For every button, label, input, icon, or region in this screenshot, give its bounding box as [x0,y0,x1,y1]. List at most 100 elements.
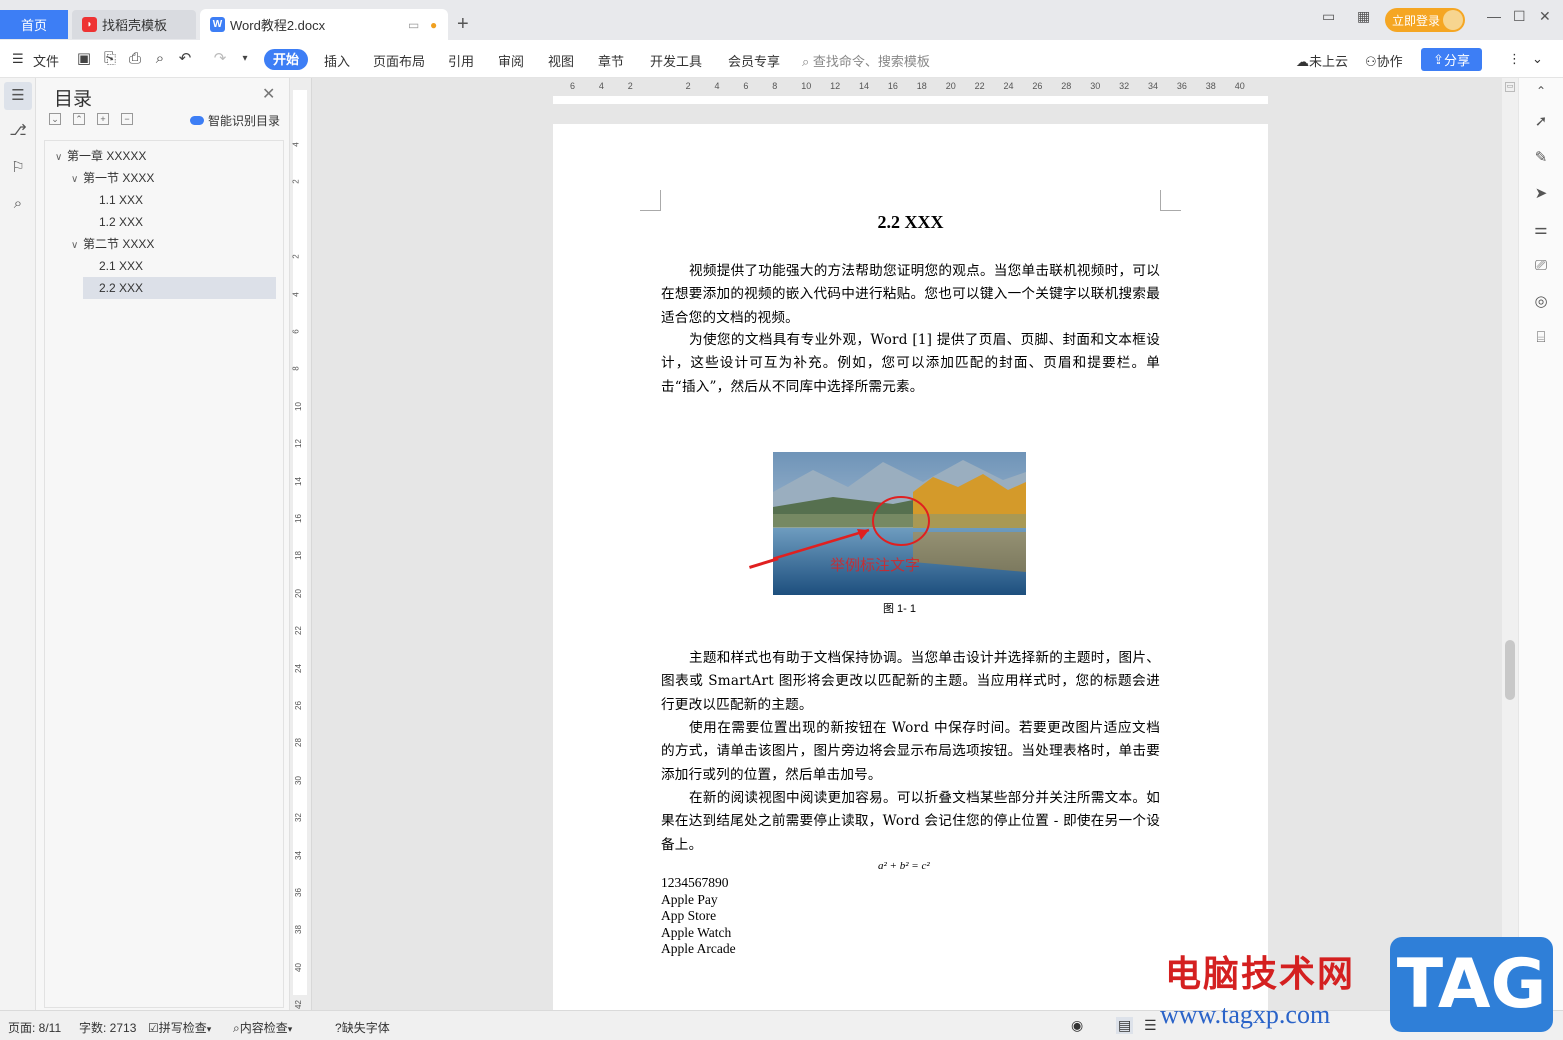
document-page[interactable]: 2.2 XXX 视频提供了功能强大的方法帮助您证明您的观点。当您单击联机视频时，… [553,124,1268,1010]
toc-item-section2[interactable]: ∨ 第二节 XXXX [71,233,154,255]
cloud-status[interactable]: ☁未上云 [1296,51,1348,70]
content-check-label: 内容检查 [239,1021,288,1035]
close-icon[interactable]: ✕ [262,84,275,104]
vertical-scrollbar[interactable]: ▭ [1502,78,1518,1010]
smart-toc-button[interactable]: 智能识别目录 [190,112,280,129]
word-count[interactable]: 字数: 2713 [79,1019,136,1036]
chevron-down-icon[interactable]: ∨ [71,235,83,257]
bookmark-icon[interactable]: ⚐ [9,159,27,177]
tab-document[interactable]: W Word教程2.docx ▭ ● [200,9,448,40]
collab-button[interactable]: ⚇协作 [1365,51,1403,70]
screen-icon[interactable]: ▭ [408,18,419,32]
file-menu[interactable]: 文件 [33,51,59,70]
paragraph[interactable]: 视频提供了功能强大的方法帮助您证明您的观点。当您单击联机视频时，可以在想要添加的… [661,260,1160,330]
share-button[interactable]: ⇪ 分享 [1421,48,1482,71]
add-level-icon[interactable]: + [97,113,109,125]
ruler-tick-label: 18 [916,81,927,91]
menu-review[interactable]: 审阅 [498,51,524,70]
list-item[interactable]: 1234567890 [661,875,729,891]
outline-view-icon[interactable]: ☰ [1144,1017,1157,1034]
menu-page-layout[interactable]: 页面布局 [373,51,425,70]
add-tab-button[interactable]: + [457,13,469,36]
list-item[interactable]: Apple Watch [661,925,731,941]
scrollbar-thumb[interactable] [1505,640,1515,700]
section-heading[interactable]: 2.2 XXX [553,212,1268,233]
redo-icon[interactable]: ↷ [211,50,229,68]
collapse-ribbon-icon[interactable]: ⌄ [1532,51,1543,67]
paragraph[interactable]: 使用在需要位置出现的新按钮在 Word 中保存时间。若要更改图片适应文档的方式，… [661,717,1160,787]
toc-item-2-2[interactable]: 2.2 XXX [83,277,276,299]
eye-protect-icon[interactable]: ◉ [1071,1017,1083,1034]
ruler-tick-label: 12 [830,81,841,91]
paragraph[interactable]: 在新的阅读视图中阅读更加容易。可以折叠文档某些部分并关注所需文本。如果在达到结尾… [661,787,1160,857]
checkbox-icon: ☑ [148,1021,159,1035]
page-view-icon[interactable]: ▤ [1116,1017,1134,1034]
grid-icon[interactable]: ▦ [1357,8,1370,25]
menu-view[interactable]: 视图 [548,51,574,70]
toc-icon[interactable]: ☰ [9,87,27,105]
layout-icon[interactable]: ▭ [1322,8,1335,25]
chevron-down-icon[interactable]: ∨ [71,169,83,191]
list-item[interactable]: App Store [661,908,716,924]
collapse-all-icon[interactable]: ⌄ [49,113,61,125]
menu-references[interactable]: 引用 [448,51,474,70]
chevron-down-icon[interactable]: ∨ [55,147,67,169]
pen-icon[interactable]: ✎ [1532,149,1550,167]
translate-icon[interactable]: ⎚ [1532,257,1550,275]
close-window-icon[interactable]: ✕ [1539,8,1551,25]
toc-item-2-1[interactable]: 2.1 XXX [99,255,143,277]
list-item[interactable]: Apple Arcade [661,941,736,957]
chevron-up-icon[interactable]: ⌃ [1532,82,1550,100]
missing-font-label: 缺失字体 [341,1021,390,1035]
sliders-icon[interactable]: ⚌ [1532,221,1550,239]
more-icon[interactable]: ⋮ [1508,51,1521,67]
tab-home[interactable]: 首页 [0,10,68,39]
maximize-icon[interactable]: ☐ [1513,8,1526,25]
minimize-icon[interactable]: — [1487,8,1501,24]
content-check[interactable]: ⌕内容检查▾ [233,1019,292,1036]
paragraph[interactable]: 主题和样式也有助于文档保持协调。当您单击设计并选择新的主题时，图片、图表或 Sm… [661,647,1160,717]
paragraph[interactable]: 为使您的文档具有专业外观，Word [1] 提供了页眉、页脚、封面和文本框设计，… [661,329,1160,399]
menu-member[interactable]: 会员专享 [728,51,780,70]
navigation-icon[interactable]: ⎇ [9,122,27,140]
spell-check[interactable]: ☑拼写检查▾ [148,1019,211,1036]
login-button[interactable]: 立即登录 [1385,8,1465,32]
toc-item-1-1[interactable]: 1.1 XXX [99,189,143,211]
page-count[interactable]: 页面: 8/11 [8,1019,61,1036]
ruler-tick-label: 20 [293,588,303,598]
remove-level-icon[interactable]: − [121,113,133,125]
ruler-toggle-icon[interactable]: ▭ [1505,82,1515,92]
menu-chapter[interactable]: 章节 [598,51,624,70]
menu-hamburger-icon[interactable]: ☰ [12,51,24,67]
menu-insert[interactable]: 插入 [324,51,350,70]
compass-icon[interactable]: ◎ [1532,293,1550,311]
menu-dev-tools[interactable]: 开发工具 [650,51,702,70]
undo-icon[interactable]: ↶ [176,50,194,68]
vertical-ruler: 4 2 2 4 6 8 10 12 14 16 18 20 22 24 26 28 30 32 34 36 38 40 42 [290,78,312,1010]
expand-up-icon[interactable]: ⌃ [73,113,85,125]
menu-start[interactable]: 开始 [264,49,308,70]
figure-annotation[interactable]: 举例标注文字 [830,554,920,575]
formula[interactable]: a² + b² = c² [878,860,930,872]
toc-item-section1[interactable]: ∨ 第一节 XXXX [71,167,154,189]
export-icon[interactable]: ⎘ [101,50,119,68]
cursor-icon[interactable]: ➤ [1532,185,1550,203]
search-icon[interactable]: ⌕ [9,195,27,213]
ruler-tick-label: 2 [627,81,633,91]
missing-font[interactable]: ?缺失字体 [335,1019,390,1036]
tab-template[interactable]: ◗ 找稻壳模板 [72,10,196,39]
figure-caption[interactable]: 图 1- 1 [773,600,1026,616]
ruler-tick-label: 2 [685,81,691,91]
book-icon[interactable]: ⌸ [1532,329,1550,347]
save-icon[interactable]: ▣ [75,50,93,68]
chevron-down-icon[interactable]: ▾ [236,50,254,68]
share-icon: ⇪ [1433,51,1444,67]
toc-item-1-2[interactable]: 1.2 XXX [99,211,143,233]
preview-icon[interactable]: ⌕ [151,50,169,68]
list-item[interactable]: Apple Pay [661,892,718,908]
command-search[interactable]: ⌕ 查找命令、搜索模板 [802,51,930,70]
print-icon[interactable]: ⎙ [126,50,144,68]
ruler-tick-label: 18 [293,551,303,561]
toc-item-chapter1[interactable]: ∨ 第一章 XXXXX [55,145,146,167]
rocket-icon[interactable]: ➚ [1532,113,1550,131]
